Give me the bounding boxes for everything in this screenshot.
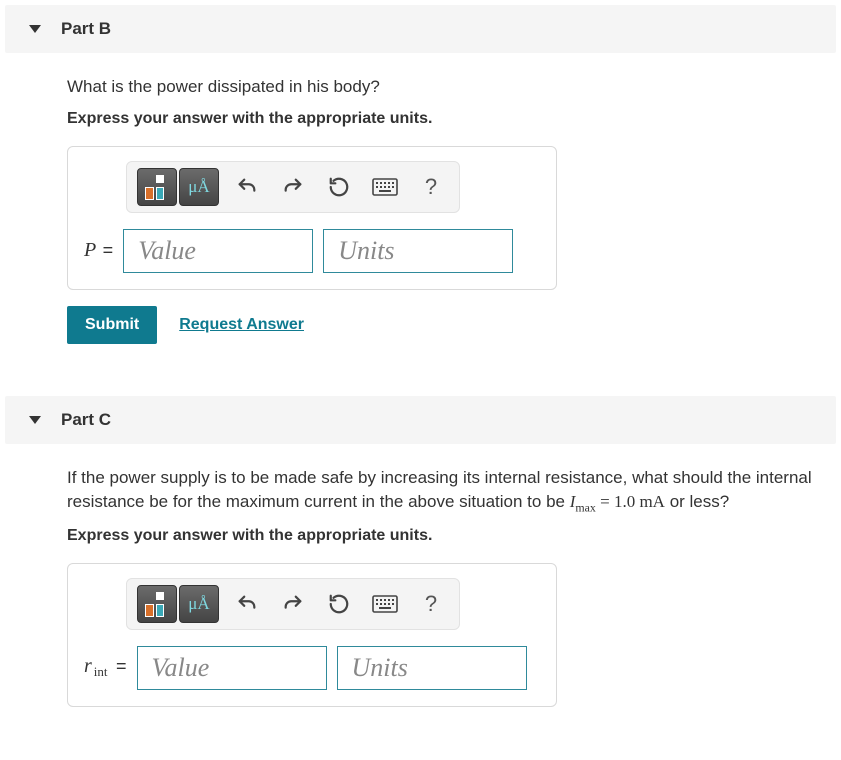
reset-icon [328, 176, 350, 198]
help-button[interactable]: ? [413, 586, 449, 622]
part-c-units-input[interactable] [337, 646, 527, 690]
symbols-label: μÅ [188, 594, 209, 614]
templates-icon [138, 586, 176, 622]
part-b-body: What is the power dissipated in his body… [5, 53, 836, 364]
keyboard-icon [372, 595, 398, 613]
part-c-answer-box: μÅ ? rint = [67, 563, 557, 707]
toolbar-group-templates: μÅ [137, 585, 219, 623]
symbols-button[interactable]: μÅ [179, 585, 219, 623]
answer-toolbar: μÅ ? [126, 578, 460, 630]
part-c-value-input[interactable] [137, 646, 327, 690]
symbols-label: μÅ [188, 177, 209, 197]
caret-down-icon [29, 25, 41, 33]
undo-icon [236, 593, 258, 615]
reset-icon [328, 593, 350, 615]
undo-button[interactable] [229, 169, 265, 205]
part-b-answer-box: μÅ ? P = [67, 146, 557, 290]
request-answer-link[interactable]: Request Answer [179, 316, 304, 334]
part-b-variable: P = [84, 239, 113, 262]
keyboard-icon [372, 178, 398, 196]
submit-button[interactable]: Submit [67, 306, 157, 344]
answer-toolbar: μÅ ? [126, 161, 460, 213]
part-b-value-input[interactable] [123, 229, 313, 273]
undo-icon [236, 176, 258, 198]
keyboard-button[interactable] [367, 586, 403, 622]
reset-button[interactable] [321, 586, 357, 622]
templates-button[interactable] [137, 168, 177, 206]
templates-button[interactable] [137, 585, 177, 623]
part-c-body: If the power supply is to be made safe b… [5, 444, 836, 727]
redo-button[interactable] [275, 169, 311, 205]
part-c-question: If the power supply is to be made safe b… [67, 466, 836, 517]
part-b-instruction: Express your answer with the appropriate… [67, 110, 836, 128]
caret-down-icon [29, 416, 41, 424]
part-b-answer-row: P = [84, 229, 540, 273]
keyboard-button[interactable] [367, 169, 403, 205]
part-c-title: Part C [61, 410, 111, 430]
part-c-answer-row: rint = [84, 646, 540, 690]
part-c-variable: rint = [84, 655, 127, 680]
templates-icon [138, 169, 176, 205]
help-icon: ? [425, 591, 437, 617]
redo-icon [282, 593, 304, 615]
help-button[interactable]: ? [413, 169, 449, 205]
part-b-actions: Submit Request Answer [67, 306, 836, 344]
symbols-button[interactable]: μÅ [179, 168, 219, 206]
part-c-instruction: Express your answer with the appropriate… [67, 527, 836, 545]
part-b-units-input[interactable] [323, 229, 513, 273]
part-b-question: What is the power dissipated in his body… [67, 75, 836, 100]
undo-button[interactable] [229, 586, 265, 622]
part-b-header[interactable]: Part B [5, 5, 836, 53]
part-b-title: Part B [61, 19, 111, 39]
reset-button[interactable] [321, 169, 357, 205]
redo-icon [282, 176, 304, 198]
help-icon: ? [425, 174, 437, 200]
redo-button[interactable] [275, 586, 311, 622]
toolbar-group-templates: μÅ [137, 168, 219, 206]
part-c-header[interactable]: Part C [5, 396, 836, 444]
